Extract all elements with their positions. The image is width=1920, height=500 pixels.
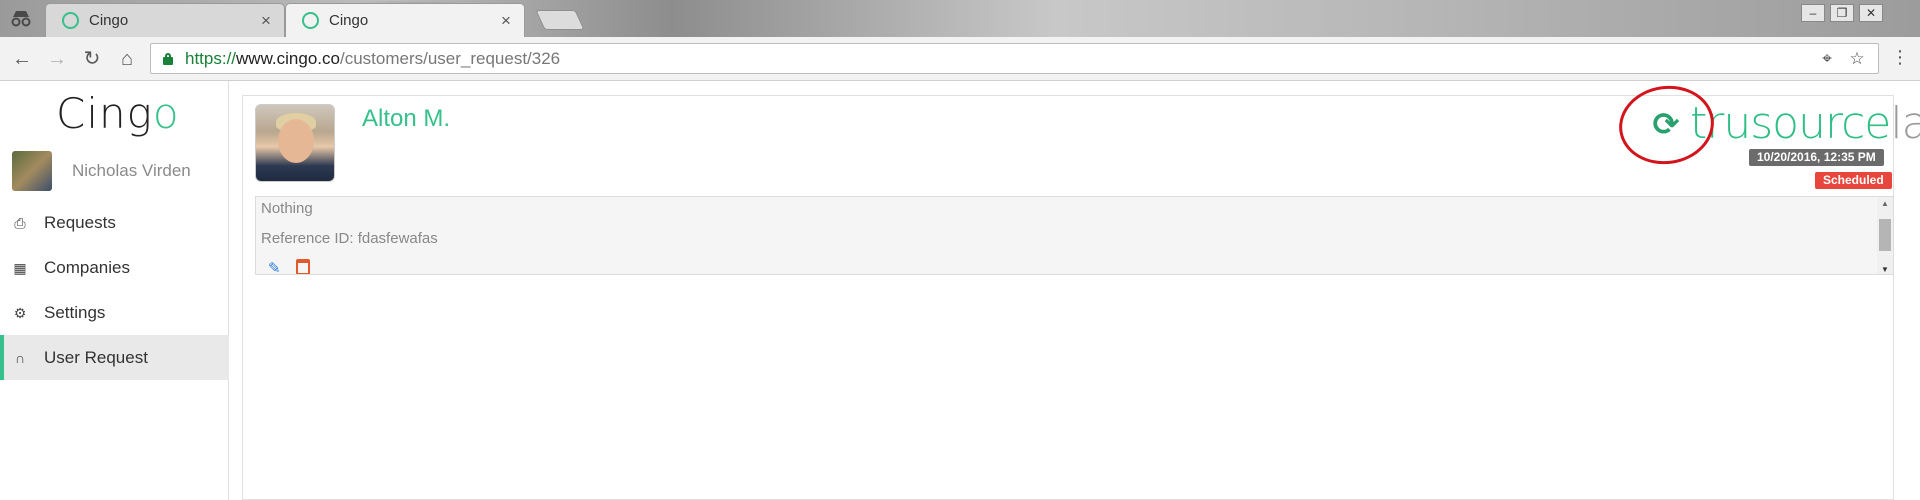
browser-tab-2[interactable]: Cingo × (285, 3, 525, 37)
store-icon: ▦ (13, 259, 27, 276)
browser-tab-1[interactable]: Cingo × (45, 3, 285, 37)
cingo-favicon-icon (62, 12, 79, 29)
customer-name[interactable]: Alton M. (362, 105, 450, 133)
forward-icon[interactable]: → (43, 45, 71, 73)
inbox-icon: ⎙ (14, 214, 26, 231)
location-icon[interactable]: ⌖ (1816, 48, 1838, 70)
user-name: Nicholas Virden (72, 161, 191, 180)
sidebar-item-label: Settings (44, 302, 106, 322)
app-sidebar: Cingo Nicholas Virden ⎙ Requests ▦ Compa… (0, 81, 229, 500)
logo-accent: o (152, 89, 180, 138)
sidebar-item-label: Requests (44, 212, 116, 232)
reference-id: Reference ID: fdasfewafas (261, 230, 438, 247)
browser-toolbar: ← → ↻ ⌂ https://www.cingo.co/customers/u… (0, 37, 1920, 81)
sidebar-item-requests[interactable]: ⎙ Requests (0, 200, 229, 245)
sidebar-item-user-request[interactable]: ∩ User Request (0, 335, 229, 380)
tab-close-icon[interactable]: × (498, 11, 514, 31)
url-scheme: https:// (185, 48, 237, 68)
minimize-button[interactable]: ‒ (1801, 4, 1825, 22)
gear-icon: ⚙ (13, 304, 27, 321)
new-tab-button[interactable] (535, 10, 585, 30)
restore-button[interactable]: ❐ (1830, 4, 1854, 22)
tab-title: Cingo (89, 12, 129, 29)
url-path: /customers/user_request/326 (339, 48, 561, 68)
request-description: Nothing (261, 200, 313, 217)
headset-icon: ∩ (14, 349, 26, 366)
tab-title: Cingo (329, 12, 369, 29)
scroll-thumb[interactable] (1879, 219, 1891, 251)
sidebar-item-companies[interactable]: ▦ Companies (0, 245, 229, 290)
brand-bold: trusource (1690, 98, 1891, 149)
cingo-favicon-icon (302, 12, 319, 29)
customer-avatar (255, 104, 335, 182)
brand-light: labs (1890, 98, 1920, 149)
reload-icon[interactable]: ↻ (78, 45, 106, 73)
scroll-down-icon[interactable]: ▼ (1881, 265, 1889, 274)
sidebar-item-settings[interactable]: ⚙ Settings (0, 290, 229, 335)
calendar-icon[interactable] (296, 259, 310, 274)
edit-icon[interactable]: ✎ (268, 259, 281, 274)
sidebar-item-label: Companies (44, 257, 130, 277)
url-host: www.cingo.co (236, 48, 340, 68)
cingo-logo[interactable]: Cingo (56, 89, 180, 138)
incognito-icon (11, 11, 31, 27)
date-badge: 10/20/2016, 12:35 PM (1749, 149, 1884, 166)
browser-titlebar: Cingo × Cingo × ‒ ❐ ✕ (0, 0, 1920, 37)
sidebar-item-label: User Request (44, 347, 148, 367)
lock-icon (163, 52, 173, 65)
avatar (12, 151, 52, 191)
request-scrollbar[interactable]: ▲ ▼ (1877, 197, 1893, 274)
back-icon[interactable]: ← (8, 45, 36, 73)
menu-icon[interactable]: ⋮ (1890, 47, 1910, 71)
request-details-box[interactable]: Nothing Reference ID: fdasfewafas ✎ ▲ ▼ (255, 196, 1894, 275)
status-badge: Scheduled (1815, 172, 1892, 189)
address-bar[interactable]: https://www.cingo.co/customers/user_requ… (150, 43, 1879, 74)
home-icon[interactable]: ⌂ (113, 45, 141, 73)
scroll-up-icon[interactable]: ▲ (1881, 199, 1889, 208)
brand-text: trusourcelabs (1690, 98, 1920, 149)
window-close-button[interactable]: ✕ (1859, 4, 1883, 22)
star-icon[interactable]: ☆ (1846, 48, 1868, 70)
sidebar-nav: ⎙ Requests ▦ Companies ⚙ Settings ∩ User… (0, 200, 229, 380)
tab-close-icon[interactable]: × (258, 11, 274, 31)
logo-main: Cing (56, 89, 153, 138)
user-profile[interactable]: Nicholas Virden (12, 151, 191, 191)
